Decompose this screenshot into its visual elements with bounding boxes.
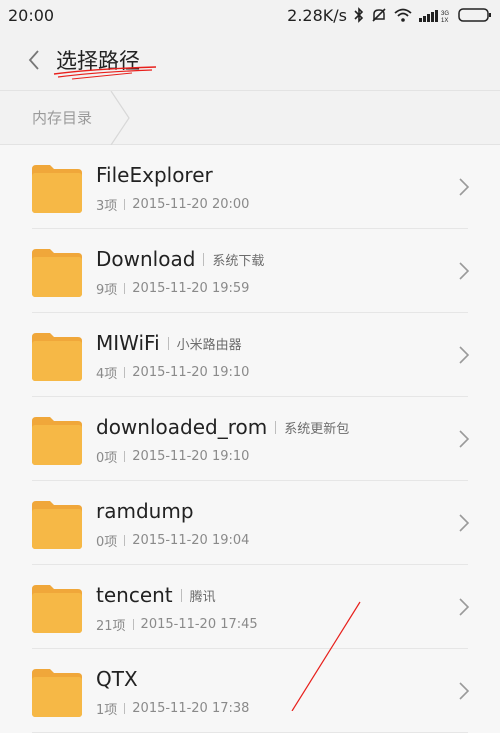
folder-name: FileExplorer [96, 163, 213, 187]
folder-row[interactable]: tencent 腾讯 21项 2015-11-20 17:45 [0, 565, 500, 649]
chevron-right-icon [459, 430, 470, 448]
folder-name: tencent [96, 583, 173, 607]
folder-name-line: ramdump [96, 499, 194, 523]
folder-meta: 21项 2015-11-20 17:45 [96, 615, 258, 634]
meta-divider [124, 535, 126, 546]
status-bar: 20:00 2.28K/s 3G 1X [0, 0, 500, 30]
folder-name-line: Download 系统下载 [96, 247, 264, 271]
folder-meta: 3项 2015-11-20 20:00 [96, 195, 249, 214]
modified-date: 2015-11-20 20:00 [132, 197, 250, 212]
modified-date: 2015-11-20 17:38 [132, 701, 250, 716]
folder-icon [32, 585, 82, 633]
folder-row[interactable]: QTX 1项 2015-11-20 17:38 [0, 649, 500, 733]
item-count: 3项 [96, 199, 118, 214]
breadcrumb-item[interactable]: 内存目录 [0, 91, 92, 144]
folder-name-line: downloaded_rom 系统更新包 [96, 415, 349, 439]
chevron-right-icon [459, 178, 470, 196]
page-title: 选择路径 [53, 45, 157, 80]
modified-date: 2015-11-20 19:10 [132, 365, 250, 380]
folder-tag: 腾讯 [189, 589, 216, 605]
meta-divider [124, 367, 126, 378]
folder-name: MIWiFi [96, 331, 160, 355]
folder-icon [32, 501, 82, 549]
folder-icon [32, 165, 82, 213]
back-button[interactable] [14, 40, 54, 80]
folder-meta: 1项 2015-11-20 17:38 [96, 699, 249, 718]
folder-name-line: tencent 腾讯 [96, 583, 216, 607]
tag-divider [167, 336, 169, 350]
meta-divider [124, 283, 126, 294]
modified-date: 2015-11-20 17:45 [140, 617, 258, 632]
item-count: 9项 [96, 283, 118, 298]
chevron-right-icon [459, 598, 470, 616]
header: 选择路径 [0, 30, 500, 90]
folder-tag: 系统下载 [212, 253, 265, 269]
tag-divider [203, 252, 205, 266]
modified-date: 2015-11-20 19:59 [132, 281, 250, 296]
folder-meta: 0项 2015-11-20 19:04 [96, 531, 249, 550]
meta-divider [132, 619, 134, 630]
folder-name: QTX [96, 667, 138, 691]
tag-divider [275, 420, 277, 434]
breadcrumb: 内存目录 [0, 90, 500, 145]
modified-date: 2015-11-20 19:10 [132, 449, 250, 464]
item-count: 0项 [96, 535, 118, 550]
chevron-right-icon [459, 346, 470, 364]
folder-row[interactable]: Download 系统下载 9项 2015-11-20 19:59 [0, 229, 500, 313]
chevron-right-icon [459, 682, 470, 700]
meta-divider [124, 703, 126, 714]
mute-icon [371, 7, 387, 23]
folder-row[interactable]: ramdump 0项 2015-11-20 19:04 [0, 481, 500, 565]
folder-name-line: MIWiFi 小米路由器 [96, 331, 242, 355]
chevron-left-icon [28, 50, 39, 70]
svg-text:1X: 1X [441, 18, 448, 22]
folder-meta: 4项 2015-11-20 19:10 [96, 363, 249, 382]
folder-tag: 小米路由器 [176, 337, 242, 353]
wifi-icon [394, 8, 412, 22]
chevron-right-icon [459, 514, 470, 532]
folder-name: ramdump [96, 499, 194, 523]
svg-text:3G: 3G [441, 11, 449, 17]
battery-icon [458, 7, 492, 23]
folder-list: FileExplorer 3项 2015-11-20 20:00 Downloa… [0, 145, 500, 733]
folder-tag: 系统更新包 [284, 421, 350, 437]
item-count: 21项 [96, 619, 126, 634]
bluetooth-icon [354, 7, 364, 23]
red-underline-annotation [53, 66, 157, 80]
folder-icon [32, 333, 82, 381]
folder-icon [32, 417, 82, 465]
tag-divider [180, 588, 182, 602]
chevron-right-icon [459, 262, 470, 280]
item-count: 0项 [96, 451, 118, 466]
meta-divider [124, 451, 126, 462]
folder-meta: 0项 2015-11-20 19:10 [96, 447, 249, 466]
folder-name-line: QTX [96, 667, 138, 691]
breadcrumb-separator-icon [110, 91, 130, 145]
status-time: 20:00 [8, 5, 55, 25]
folder-name: downloaded_rom [96, 415, 268, 439]
breadcrumb-label: 内存目录 [32, 109, 93, 127]
folder-meta: 9项 2015-11-20 19:59 [96, 279, 249, 298]
folder-icon [32, 669, 82, 717]
network-speed: 2.28K/s [287, 5, 347, 25]
meta-divider [124, 199, 126, 210]
folder-row[interactable]: MIWiFi 小米路由器 4项 2015-11-20 19:10 [0, 313, 500, 397]
folder-name-line: FileExplorer [96, 163, 213, 187]
modified-date: 2015-11-20 19:04 [132, 533, 250, 548]
item-count: 4项 [96, 367, 118, 382]
folder-row[interactable]: FileExplorer 3项 2015-11-20 20:00 [0, 145, 500, 229]
folder-icon [32, 249, 82, 297]
folder-row[interactable]: downloaded_rom 系统更新包 0项 2015-11-20 19:10 [0, 397, 500, 481]
status-icons: 2.28K/s 3G 1X [287, 6, 492, 25]
folder-name: Download [96, 247, 196, 271]
item-count: 1项 [96, 703, 118, 718]
signal-icon: 3G 1X [419, 8, 451, 22]
